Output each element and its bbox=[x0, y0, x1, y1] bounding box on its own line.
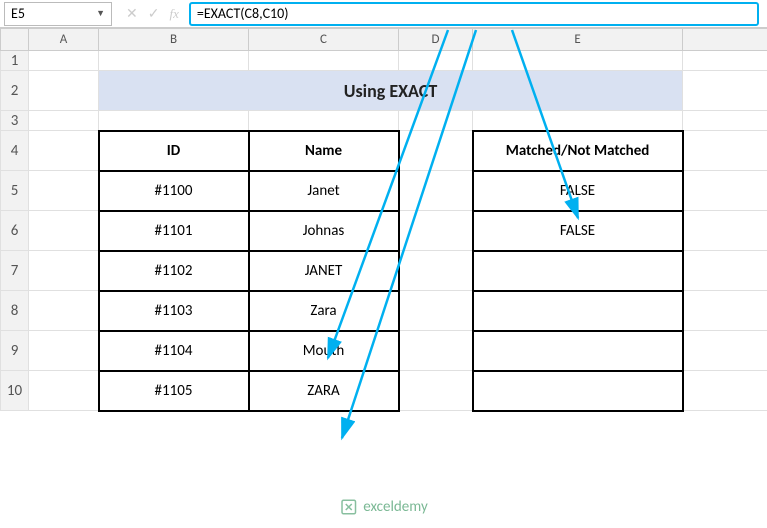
row-header[interactable]: 8 bbox=[1, 291, 29, 331]
header-matched[interactable]: Matched/Not Matched bbox=[473, 131, 683, 171]
table-row: 7 #1102 JANET bbox=[1, 251, 767, 291]
column-header-row: A B C D E bbox=[1, 29, 767, 51]
header-name[interactable]: Name bbox=[249, 131, 399, 171]
spreadsheet-grid: A B C D E 1 2 Using EXACT 3 4 ID Name Ma… bbox=[0, 28, 767, 412]
cell-matched[interactable] bbox=[473, 371, 683, 411]
col-header[interactable]: B bbox=[99, 29, 249, 51]
cell-name[interactable]: Janet bbox=[249, 171, 399, 211]
cell-id[interactable]: #1105 bbox=[99, 371, 249, 411]
col-header[interactable]: C bbox=[249, 29, 399, 51]
cell-id[interactable]: #1104 bbox=[99, 331, 249, 371]
row-header[interactable]: 3 bbox=[1, 111, 29, 131]
col-header[interactable]: E bbox=[473, 29, 683, 51]
watermark: exceldemy bbox=[339, 498, 427, 516]
watermark-text: exceldemy bbox=[363, 498, 427, 516]
cell-id[interactable]: #1102 bbox=[99, 251, 249, 291]
grid-row: 1 bbox=[1, 51, 767, 71]
grid-table[interactable]: A B C D E 1 2 Using EXACT 3 4 ID Name Ma… bbox=[0, 28, 767, 412]
row-header[interactable]: 2 bbox=[1, 71, 29, 111]
cell-id[interactable]: #1103 bbox=[99, 291, 249, 331]
name-box-value: E5 bbox=[11, 5, 25, 22]
cell-id[interactable]: #1100 bbox=[99, 171, 249, 211]
table-row: 9 #1104 Mouth bbox=[1, 331, 767, 371]
cancel-icon: ✕ bbox=[126, 5, 138, 22]
title-cell[interactable]: Using EXACT bbox=[99, 71, 683, 111]
row-header[interactable]: 6 bbox=[1, 211, 29, 251]
cell-matched[interactable]: FALSE bbox=[473, 171, 683, 211]
cell-name[interactable]: Zara bbox=[249, 291, 399, 331]
chevron-down-icon[interactable]: ▼ bbox=[96, 8, 105, 19]
logo-icon bbox=[339, 498, 357, 516]
row-header[interactable]: 5 bbox=[1, 171, 29, 211]
table-row: 8 #1103 Zara bbox=[1, 291, 767, 331]
grid-row: 4 ID Name Matched/Not Matched bbox=[1, 131, 767, 171]
grid-row: 2 Using EXACT bbox=[1, 71, 767, 111]
row-header[interactable]: 1 bbox=[1, 51, 29, 71]
row-header[interactable]: 7 bbox=[1, 251, 29, 291]
row-header[interactable]: 10 bbox=[1, 371, 29, 411]
col-header[interactable]: D bbox=[399, 29, 473, 51]
col-header[interactable] bbox=[683, 29, 767, 51]
formula-input[interactable]: =EXACT(C8,C10) bbox=[189, 2, 759, 26]
check-icon: ✓ bbox=[148, 5, 160, 22]
cell-name[interactable]: JANET bbox=[249, 251, 399, 291]
col-header[interactable]: A bbox=[29, 29, 99, 51]
select-all-corner[interactable] bbox=[1, 29, 29, 51]
formula-text: =EXACT(C8,C10) bbox=[197, 5, 289, 22]
cell-name[interactable]: Johnas bbox=[249, 211, 399, 251]
row-header[interactable]: 4 bbox=[1, 131, 29, 171]
row-header[interactable]: 9 bbox=[1, 331, 29, 371]
table-row: 6 #1101 Johnas FALSE bbox=[1, 211, 767, 251]
cell-matched[interactable] bbox=[473, 251, 683, 291]
cell-name[interactable]: Mouth bbox=[249, 331, 399, 371]
header-id[interactable]: ID bbox=[99, 131, 249, 171]
cell-matched[interactable] bbox=[473, 291, 683, 331]
cell-matched[interactable] bbox=[473, 331, 683, 371]
grid-row: 3 bbox=[1, 111, 767, 131]
formula-bar: E5 ▼ ✕ ✓ fx =EXACT(C8,C10) bbox=[0, 0, 767, 28]
table-row: 10 #1105 ZARA bbox=[1, 371, 767, 411]
cell-name[interactable]: ZARA bbox=[249, 371, 399, 411]
formula-bar-icons: ✕ ✓ fx bbox=[116, 5, 189, 22]
cell-matched[interactable]: FALSE bbox=[473, 211, 683, 251]
fx-icon[interactable]: fx bbox=[169, 6, 178, 22]
cell-id[interactable]: #1101 bbox=[99, 211, 249, 251]
table-row: 5 #1100 Janet FALSE bbox=[1, 171, 767, 211]
name-box[interactable]: E5 ▼ bbox=[4, 2, 112, 26]
